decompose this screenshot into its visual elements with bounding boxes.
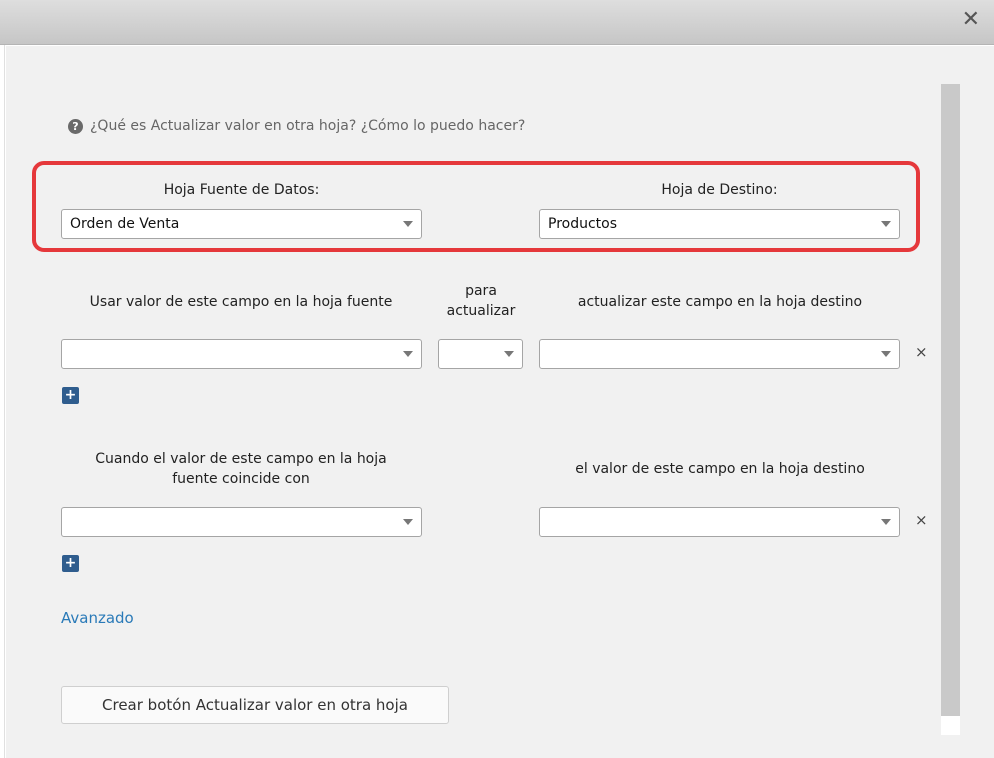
dialog-left-edge: [0, 45, 5, 758]
update-op-header-line1: para: [465, 283, 497, 299]
target-sheet-select[interactable]: Productos: [539, 209, 900, 239]
source-sheet-value: Orden de Venta: [70, 216, 180, 232]
match-target-field-select[interactable]: [539, 507, 900, 537]
match-source-field-select[interactable]: [61, 507, 422, 537]
update-op-header-line2: actualizar: [446, 303, 516, 319]
match-source-header-line2: fuente coincide con: [172, 471, 310, 487]
match-source-header: Cuando el valor de este campo en la hoja…: [50, 449, 432, 489]
chevron-down-icon: [881, 519, 891, 525]
dialog-titlebar: ✕: [0, 0, 994, 45]
chevron-down-icon: [504, 351, 514, 357]
update-op-select[interactable]: [438, 339, 523, 369]
update-op-header: para actualizar: [432, 281, 530, 321]
source-sheet-label: Hoja Fuente de Datos:: [163, 182, 320, 198]
update-target-header: actualizar este campo en la hoja destino: [577, 294, 863, 310]
close-icon[interactable]: ✕: [962, 9, 980, 31]
scrollbar-thumb[interactable]: [941, 84, 960, 716]
update-source-header: Usar valor de este campo en la hoja fuen…: [89, 294, 393, 310]
chevron-down-icon: [403, 351, 413, 357]
help-link-text[interactable]: ¿Qué es Actualizar valor en otra hoja? ¿…: [90, 118, 525, 134]
chevron-down-icon: [403, 221, 413, 227]
chevron-down-icon: [881, 351, 891, 357]
add-match-row-button[interactable]: +: [62, 555, 79, 572]
dialog-body: [6, 46, 994, 758]
match-source-header-line1: Cuando el valor de este campo en la hoja: [95, 451, 387, 467]
remove-match-row-icon[interactable]: ×: [915, 511, 928, 529]
source-sheet-select[interactable]: Orden de Venta: [61, 209, 422, 239]
chevron-down-icon: [403, 519, 413, 525]
update-target-field-select[interactable]: [539, 339, 900, 369]
question-circle-icon: ?: [68, 118, 83, 134]
target-sheet-value: Productos: [548, 216, 618, 232]
advanced-link[interactable]: Avanzado: [61, 609, 134, 627]
chevron-down-icon: [881, 221, 891, 227]
update-source-field-select[interactable]: [61, 339, 422, 369]
add-update-row-button[interactable]: +: [62, 387, 79, 404]
create-update-button[interactable]: Crear botón Actualizar valor en otra hoj…: [61, 686, 449, 724]
help-row[interactable]: ? ¿Qué es Actualizar valor en otra hoja?…: [68, 118, 525, 134]
remove-update-row-icon[interactable]: ×: [915, 343, 928, 361]
target-sheet-label: Hoja de Destino:: [661, 182, 778, 198]
match-target-header: el valor de este campo en la hoja destin…: [575, 461, 865, 477]
